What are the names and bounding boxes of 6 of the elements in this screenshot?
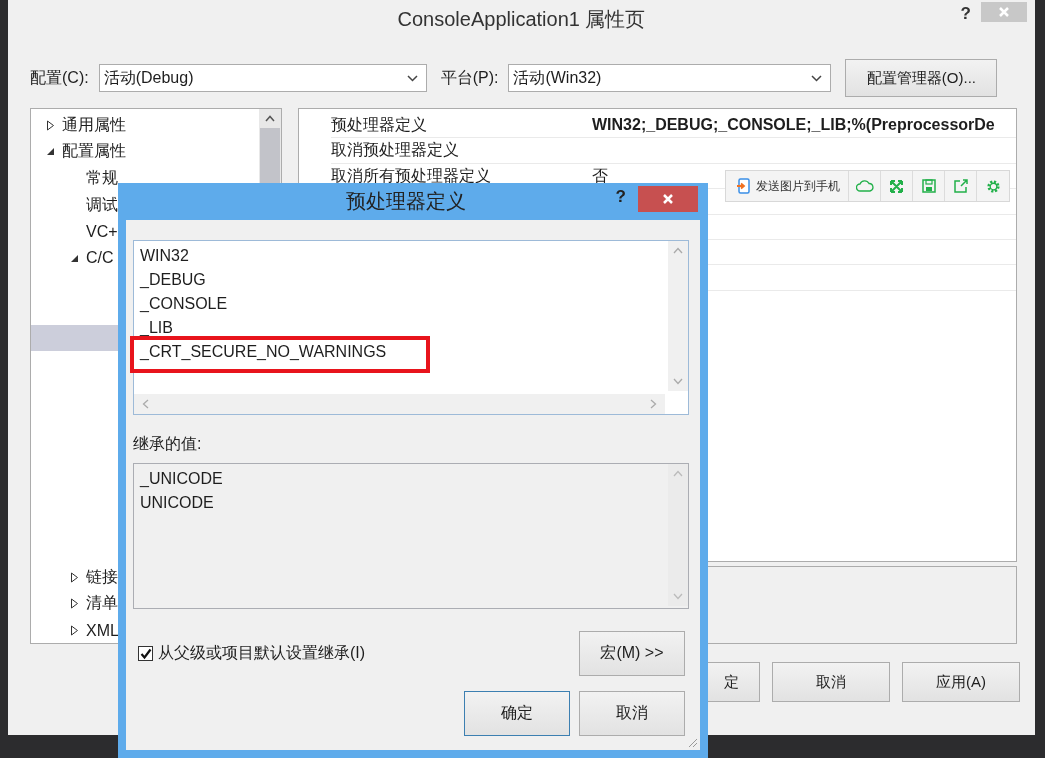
dialog-title: 预处理器定义 — [346, 189, 466, 214]
inherit-label: 从父级或项目默认设置继承(I) — [158, 643, 366, 663]
inherited-values-label: 继承的值: — [133, 434, 203, 454]
config-label: 配置(C): — [30, 67, 89, 88]
platform-label: 平台(P): — [440, 67, 499, 88]
window-title: ConsoleApplication1 属性页 — [397, 6, 646, 32]
